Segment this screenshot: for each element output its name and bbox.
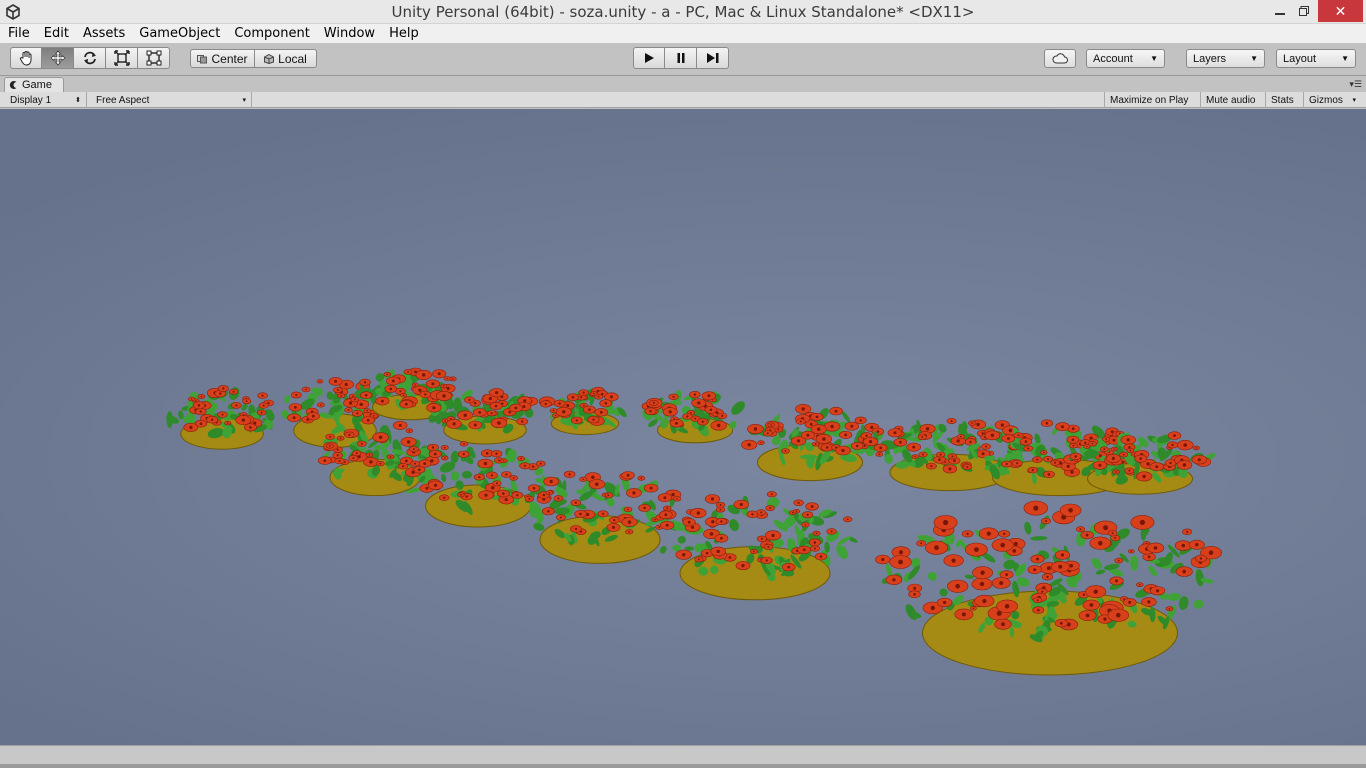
- play-button[interactable]: [633, 47, 665, 69]
- flower-planter: [524, 470, 682, 564]
- gizmos-label: Gizmos: [1309, 94, 1343, 106]
- maximize-on-play-toggle[interactable]: Maximize on Play: [1104, 92, 1200, 108]
- move-tool-button[interactable]: [42, 47, 74, 69]
- title-bar: Unity Personal (64bit) - soza.unity - a …: [0, 0, 1366, 24]
- menu-bar: File Edit Assets GameObject Component Wi…: [0, 24, 1366, 43]
- tab-game-label: Game: [22, 79, 52, 91]
- menu-edit[interactable]: Edit: [37, 26, 76, 41]
- flower-planter: [166, 385, 275, 450]
- move-icon: [50, 50, 65, 66]
- account-dropdown[interactable]: Account ▼: [1086, 49, 1165, 68]
- stats-label: Stats: [1271, 94, 1294, 106]
- game-viewport[interactable]: [0, 109, 1366, 745]
- scale-icon: [113, 50, 130, 66]
- rect-icon: [146, 50, 161, 66]
- play-icon: [645, 53, 654, 63]
- toolbar: Center Local Account ▼ Layers ▼ Layout ▼: [0, 43, 1366, 76]
- close-icon: ✕: [1334, 2, 1347, 19]
- game-tab-icon: [9, 81, 17, 89]
- rotate-tool-button[interactable]: [74, 47, 106, 69]
- hand-icon: [19, 51, 32, 66]
- minimize-icon: [1275, 13, 1285, 15]
- caret-down-icon: ▾: [242, 97, 246, 104]
- menu-window[interactable]: Window: [317, 26, 382, 41]
- menu-assets[interactable]: Assets: [76, 26, 132, 41]
- gizmos-dropdown[interactable]: Gizmos ▾: [1303, 92, 1361, 108]
- account-label: Account: [1093, 52, 1133, 65]
- pivot-local-button[interactable]: Local: [255, 49, 317, 68]
- flower-planter: [641, 389, 745, 444]
- restore-icon: [1299, 6, 1309, 16]
- scale-tool-button[interactable]: [106, 47, 138, 69]
- minimize-button[interactable]: [1268, 0, 1292, 22]
- caret-down-icon: ▼: [1150, 54, 1158, 63]
- menu-component[interactable]: Component: [227, 26, 316, 41]
- flower-planters-scene: [166, 367, 1222, 676]
- flower-planter: [538, 386, 627, 436]
- flower-planter: [426, 388, 539, 445]
- display-label: Display 1: [10, 94, 52, 106]
- close-button[interactable]: ✕: [1318, 0, 1363, 22]
- mute-audio-toggle[interactable]: Mute audio: [1200, 92, 1265, 108]
- playback-controls: [633, 47, 729, 69]
- aspect-label: Free Aspect: [96, 94, 150, 106]
- rotate-icon: [83, 51, 96, 65]
- aspect-select[interactable]: Free Aspect ▾: [91, 92, 252, 108]
- transform-tools: [10, 47, 170, 69]
- tab-strip: Game ▾☰: [0, 76, 1366, 92]
- pivot-toggles: Center Local: [190, 49, 317, 68]
- maximize-on-play-label: Maximize on Play: [1110, 94, 1189, 106]
- rect-tool-button[interactable]: [138, 47, 170, 69]
- cube-icon: [264, 53, 275, 64]
- tab-game[interactable]: Game: [4, 77, 64, 92]
- caret-down-icon: ▾: [1352, 97, 1356, 104]
- pivot-center-label: Center: [211, 51, 248, 66]
- display-select[interactable]: Display 1 ⬍: [5, 92, 87, 108]
- menu-file[interactable]: File: [0, 26, 37, 41]
- pause-icon: [677, 53, 684, 63]
- window-title: Unity Personal (64bit) - soza.unity - a …: [391, 3, 975, 21]
- step-icon: [706, 53, 718, 63]
- cloud-button[interactable]: [1044, 49, 1076, 68]
- pause-button[interactable]: [665, 47, 697, 69]
- step-button[interactable]: [697, 47, 729, 69]
- pivot-center-icon: [197, 54, 208, 63]
- layout-dropdown[interactable]: Layout ▼: [1276, 49, 1356, 68]
- game-view-toolbar: Display 1 ⬍ Free Aspect ▾ Maximize on Pl…: [0, 92, 1366, 108]
- menu-gameobject[interactable]: GameObject: [132, 26, 227, 41]
- up-down-icon: ⬍: [75, 97, 81, 104]
- hand-tool-button[interactable]: [10, 47, 42, 69]
- flower-planter: [875, 500, 1222, 676]
- caret-down-icon: ▼: [1341, 54, 1349, 63]
- layers-label: Layers: [1193, 52, 1227, 65]
- mute-audio-label: Mute audio: [1206, 94, 1256, 106]
- menu-help[interactable]: Help: [382, 26, 426, 41]
- taskbar-edge: [0, 764, 1366, 768]
- pivot-center-button[interactable]: Center: [190, 49, 255, 68]
- pivot-local-label: Local: [278, 51, 307, 66]
- layers-dropdown[interactable]: Layers ▼: [1186, 49, 1265, 68]
- tab-menu-icon[interactable]: ▾☰: [1349, 79, 1362, 90]
- stats-toggle[interactable]: Stats: [1265, 92, 1303, 108]
- layout-label: Layout: [1283, 52, 1317, 65]
- flower-planter: [655, 491, 858, 601]
- cloud-icon: [1052, 53, 1068, 64]
- caret-down-icon: ▼: [1250, 54, 1258, 63]
- restore-button[interactable]: [1292, 0, 1316, 22]
